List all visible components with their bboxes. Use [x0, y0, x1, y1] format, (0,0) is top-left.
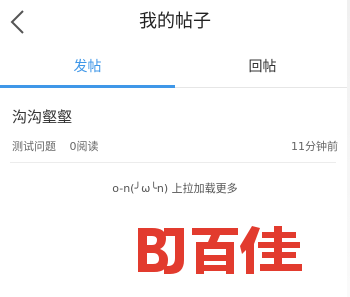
tab-replies[interactable]: 回帖 [175, 49, 350, 87]
load-more-hint[interactable]: o-n(╯ω╰n) 上拉加载更多 [0, 180, 350, 196]
post-meta: 测试问题 0阅读 [12, 138, 99, 154]
post-time: 11分钟前 [291, 140, 338, 153]
tab-posts[interactable]: 发帖 [0, 49, 175, 87]
header-bar: 我的帖子 [0, 0, 350, 44]
divider [10, 162, 336, 163]
watermark-logo [138, 226, 302, 274]
page-title: 我的帖子 [139, 11, 211, 32]
post-title: 沟沟壑壑 [12, 108, 73, 126]
tab-indicator [0, 85, 175, 88]
tab-bar: 发帖 回帖 [0, 49, 350, 88]
post-read-count: 0阅读 [69, 140, 99, 153]
post-category: 测试问题 [12, 140, 56, 153]
post-list-item[interactable]: 沟沟壑壑 测试问题 0阅读 11分钟前 [0, 100, 350, 162]
